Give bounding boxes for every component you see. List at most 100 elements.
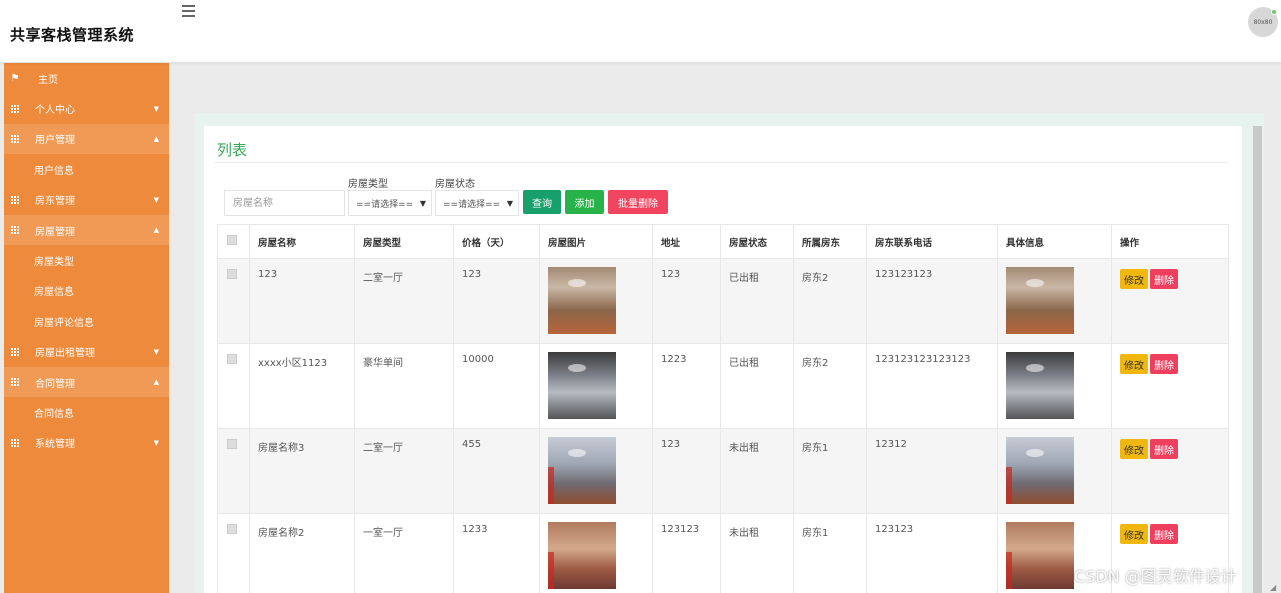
title-divider [215, 162, 1228, 163]
grid-icon [10, 104, 20, 114]
landlord-cell: 房东1 [793, 513, 867, 593]
house-type-select-value: ==请选择== [356, 199, 414, 210]
sidebar-item-rental-management[interactable]: 房屋出租管理 ▼ [4, 337, 169, 367]
detail-photo [1006, 267, 1074, 334]
landlord-cell: 房东2 [793, 343, 867, 429]
batch-delete-button[interactable]: 批量删除 [608, 190, 668, 214]
delete-button[interactable]: 删除 [1150, 524, 1178, 544]
house-photo [548, 267, 616, 334]
edit-button[interactable]: 修改 [1120, 439, 1148, 459]
price-cell: 1233 [453, 513, 540, 593]
status-cell: 已出租 [720, 343, 794, 429]
address-cell: 123 [652, 258, 721, 344]
price-cell: 455 [453, 428, 540, 514]
sidebar-item-system-management[interactable]: 系统管理 ▼ [4, 428, 169, 458]
detail-photo-cell [997, 258, 1112, 344]
watermark-text: CSDN @图灵软件设计 [1074, 567, 1237, 586]
column-header: 价格（天） [453, 224, 540, 259]
scroll-corner-arrow-icon[interactable]: ◢ [1270, 583, 1276, 592]
address-cell: 123123 [652, 513, 721, 593]
column-header: 所属房东 [793, 224, 867, 259]
address-cell: 1223 [652, 343, 721, 429]
phone-cell: 123123123 [866, 258, 998, 344]
sidebar: ⚑ 主页 个人中心 ▼ 用户管理 ▲ 用户信息 房东管理 ▼ 房屋管理 ▲ 房屋… [4, 63, 169, 593]
row-checkbox[interactable] [227, 524, 237, 534]
sidebar-item-user-management[interactable]: 用户管理 ▲ [4, 123, 169, 155]
chevron-down-icon: ▼ [153, 438, 159, 447]
phone-cell: 12312 [866, 428, 998, 514]
house-type-cell: 豪华单间 [354, 343, 454, 429]
status-cell: 已出租 [720, 258, 794, 344]
chevron-up-icon: ▲ [153, 226, 159, 235]
edit-button[interactable]: 修改 [1120, 269, 1148, 289]
page-title: 列表 [217, 141, 248, 159]
edit-button[interactable]: 修改 [1120, 354, 1148, 374]
row-checkbox[interactable] [227, 354, 237, 364]
status-cell: 未出租 [720, 428, 794, 514]
chevron-down-icon: ▼ [506, 198, 513, 208]
detail-photo [1006, 437, 1074, 504]
menu-toggle-icon[interactable] [182, 5, 195, 17]
delete-button[interactable]: 删除 [1150, 269, 1178, 289]
sidebar-item-label: 房东管理 [35, 196, 75, 208]
house-status-select[interactable]: ==请选择== ▼ [435, 190, 519, 216]
chevron-up-icon: ▲ [153, 134, 159, 143]
sidebar-subitem-house-comments[interactable]: 房屋评论信息 [4, 306, 169, 336]
actions-cell: 修改 删除 [1111, 343, 1229, 429]
row-select-cell [217, 428, 250, 514]
table-row: 123 二室一厅 123 123 已出租 房东2 123123123 修改 删除 [217, 258, 1229, 344]
actions-cell: 修改 删除 [1111, 428, 1229, 514]
house-name-search-input[interactable] [224, 190, 345, 216]
app-title: 共享客栈管理系统 [10, 26, 135, 44]
online-status-dot [1271, 9, 1277, 15]
query-button[interactable]: 查询 [523, 190, 561, 214]
sidebar-subitem-contract-info[interactable]: 合同信息 [4, 397, 169, 427]
grid-icon [10, 134, 20, 144]
sidebar-subitem-house-type[interactable]: 房屋类型 [4, 245, 169, 275]
phone-cell: 123123123123123 [866, 343, 998, 429]
select-all-header [217, 224, 250, 259]
sidebar-subitem-user-info[interactable]: 用户信息 [4, 154, 169, 184]
top-header: 共享客栈管理系统 80x80 [0, 0, 1281, 62]
row-checkbox[interactable] [227, 439, 237, 449]
avatar[interactable]: 80x80 [1248, 7, 1278, 37]
sidebar-item-landlord-management[interactable]: 房东管理 ▼ [4, 185, 169, 215]
detail-photo [1006, 352, 1074, 419]
edit-button[interactable]: 修改 [1120, 524, 1148, 544]
add-button[interactable]: 添加 [565, 190, 604, 214]
sidebar-item-home[interactable]: ⚑ 主页 [4, 63, 169, 93]
table-row: xxxx小区1123 豪华单间 10000 1223 已出租 房东2 12312… [217, 343, 1229, 429]
house-status-select-value: ==请选择== [443, 199, 501, 210]
row-checkbox[interactable] [227, 269, 237, 279]
grid-icon [10, 195, 20, 205]
sidebar-item-label: 房屋管理 [35, 226, 75, 238]
grid-icon [10, 347, 20, 357]
sidebar-item-house-management[interactable]: 房屋管理 ▲ [4, 214, 169, 246]
row-select-cell [217, 343, 250, 429]
delete-button[interactable]: 删除 [1150, 354, 1178, 374]
chevron-down-icon: ▼ [419, 198, 426, 208]
sidebar-item-label: 房屋出租管理 [35, 348, 95, 360]
sidebar-item-contract-management[interactable]: 合同管理 ▲ [4, 366, 169, 398]
column-header: 操作 [1111, 224, 1229, 259]
delete-button[interactable]: 删除 [1150, 439, 1178, 459]
house-type-cell: 一室一厅 [354, 513, 454, 593]
house-name-cell: 房屋名称3 [249, 428, 355, 514]
detail-photo [1006, 522, 1074, 589]
column-header: 地址 [652, 224, 721, 259]
house-type-cell: 二室一厅 [354, 428, 454, 514]
sidebar-item-label: 个人中心 [35, 105, 75, 117]
chevron-down-icon: ▼ [153, 195, 159, 204]
vertical-scrollbar[interactable] [1253, 126, 1262, 593]
column-header: 房东联系电话 [866, 224, 998, 259]
select-all-checkbox[interactable] [227, 235, 237, 245]
sidebar-subitem-house-info[interactable]: 房屋信息 [4, 276, 169, 306]
address-cell: 123 [652, 428, 721, 514]
house-name-cell: xxxx小区1123 [249, 343, 355, 429]
house-photo-cell [539, 513, 653, 593]
house-status-filter-label: 房屋状态 [435, 179, 475, 190]
chevron-down-icon: ▼ [153, 347, 159, 356]
house-photo [548, 522, 616, 589]
sidebar-item-personal-center[interactable]: 个人中心 ▼ [4, 93, 169, 123]
house-type-select[interactable]: ==请选择== ▼ [348, 190, 432, 216]
